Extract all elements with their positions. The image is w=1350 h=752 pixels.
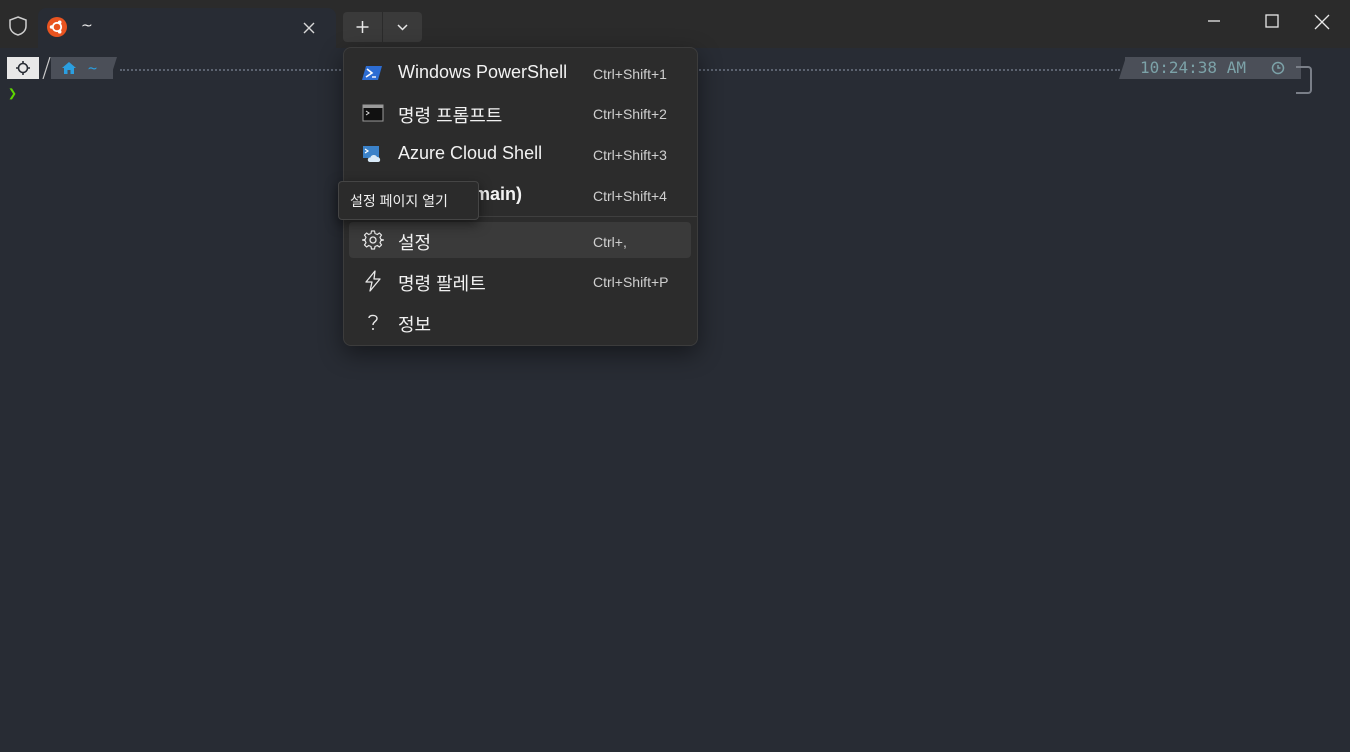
menu-item-label: Windows PowerShell [398, 62, 568, 82]
minimize-icon [1208, 20, 1220, 22]
powershell-icon [362, 62, 384, 84]
menu-item-shortcut: Ctrl+Shift+2 [593, 106, 667, 122]
menu-item-label: Azure Cloud Shell [398, 143, 543, 163]
linux-gear-icon [16, 61, 30, 75]
tooltip-text: 설정 페이지 열기 [350, 193, 448, 209]
menu-item-shortcut: Ctrl+Shift+1 [593, 66, 667, 82]
prompt-caret: ❯ [8, 84, 18, 102]
tab-dropdown-button[interactable] [383, 12, 422, 42]
new-tab-group [343, 12, 422, 42]
tab-ubuntu[interactable]: ~ [38, 8, 336, 48]
menu-item-settings[interactable]: 설정 Ctrl+, [349, 222, 691, 258]
lightning-icon [362, 270, 384, 292]
menu-item-shortcut: Ctrl+, [593, 234, 627, 250]
maximize-icon [1265, 14, 1279, 28]
menu-item-shortcut: Ctrl+Shift+3 [593, 147, 667, 163]
shield-icon [7, 15, 29, 37]
question-icon [362, 311, 384, 333]
close-tab-icon[interactable] [302, 20, 316, 34]
scrollbar-fragment [1296, 66, 1312, 94]
home-icon [62, 62, 76, 74]
menu-item-label: 명령 프롬프트 [398, 106, 503, 126]
chevron-down-icon [397, 24, 408, 31]
menu-item-shortcut: Ctrl+Shift+4 [593, 188, 667, 204]
segment-arrow [107, 57, 117, 79]
title-bar: ~ [0, 0, 1350, 48]
prompt-os-segment [7, 57, 39, 79]
menu-item-windows-powershell[interactable]: Windows PowerShell Ctrl+Shift+1 [349, 55, 691, 91]
menu-item-label: 설정 [398, 233, 432, 253]
azure-cloud-icon [362, 143, 384, 165]
tab-title: ~ [81, 18, 93, 34]
close-window-button[interactable] [1292, 0, 1350, 44]
close-icon [1314, 14, 1330, 30]
new-tab-button[interactable] [343, 12, 382, 42]
menu-item-label: 정보 [398, 315, 432, 335]
menu-item-azure-cloud-shell[interactable]: Azure Cloud Shell Ctrl+Shift+3 [349, 136, 691, 172]
tooltip: 설정 페이지 열기 [338, 181, 479, 220]
plus-icon [356, 21, 369, 33]
clock-icon [1271, 61, 1285, 75]
gear-icon [361, 229, 385, 251]
menu-item-command-palette[interactable]: 명령 팔레트 Ctrl+Shift+P [349, 263, 691, 299]
prompt-path-segment [51, 57, 113, 79]
menu-item-about[interactable]: 정보 [349, 304, 691, 340]
menu-item-label: 명령 팔레트 [398, 274, 486, 294]
menu-item-command-prompt[interactable]: 명령 프롬프트 Ctrl+Shift+2 [349, 95, 691, 131]
menu-item-shortcut: Ctrl+Shift+P [593, 274, 669, 290]
menu-item-label: main) [474, 184, 523, 204]
prompt-time: 10:24:38 AM [1140, 58, 1246, 77]
minimize-button[interactable] [1185, 0, 1243, 44]
ubuntu-icon [47, 17, 67, 37]
prompt-path: ~ [88, 59, 98, 77]
cmd-icon [362, 102, 384, 124]
